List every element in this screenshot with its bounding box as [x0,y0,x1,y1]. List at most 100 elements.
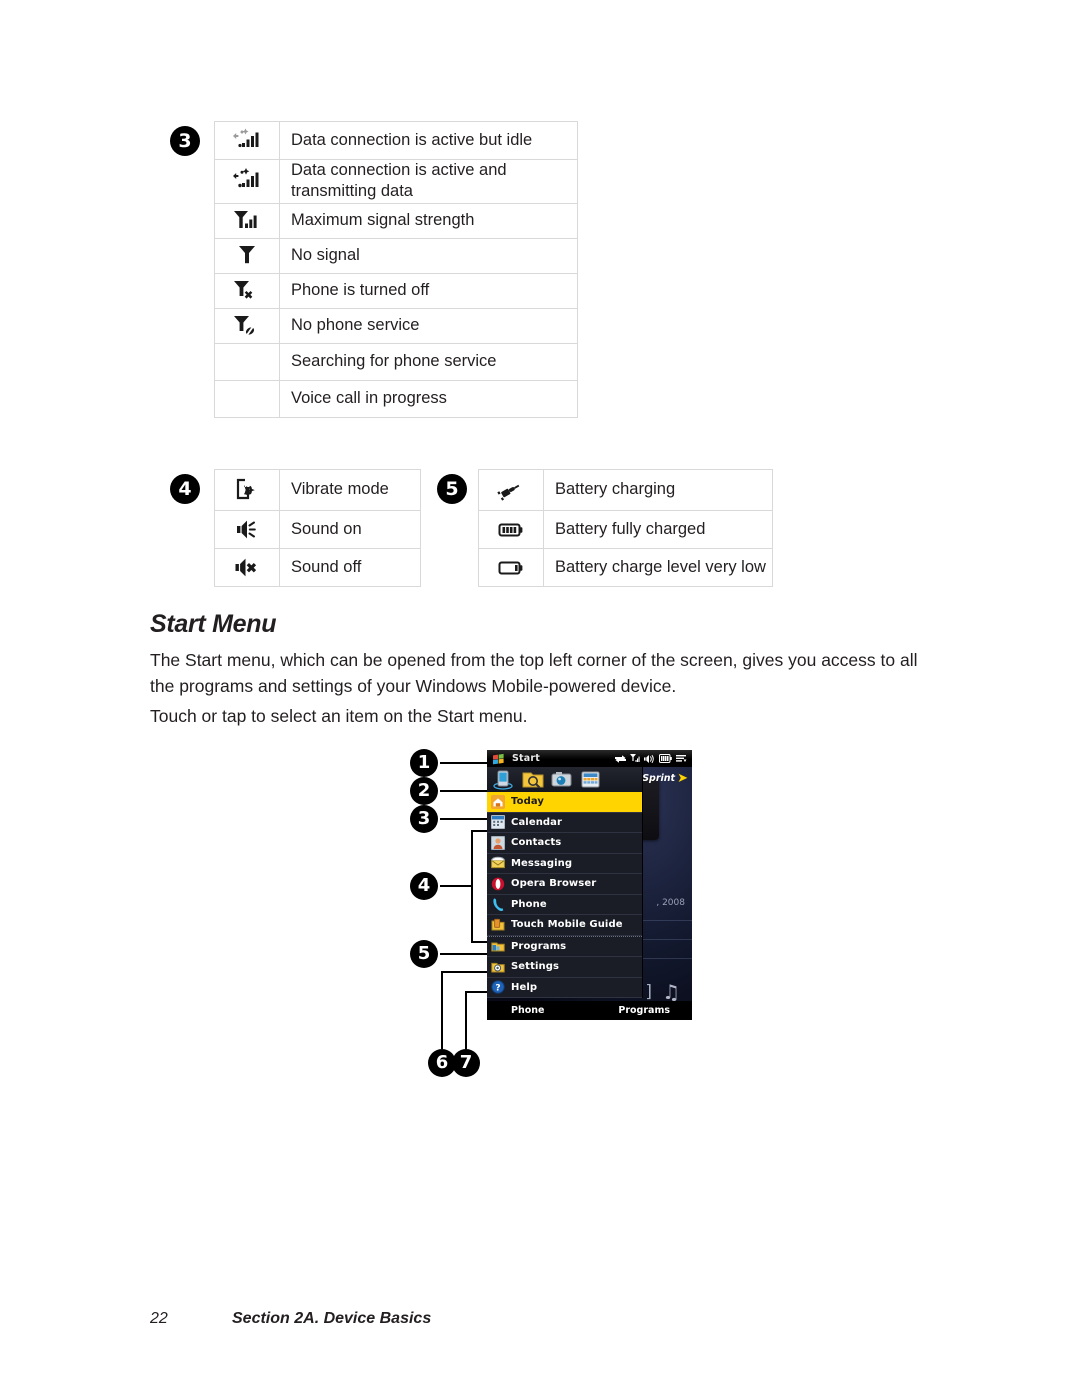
status-description: Phone is turned off [279,272,578,309]
battery-icon[interactable] [659,754,672,763]
page-number: 22 [150,1310,168,1327]
more-icon[interactable] [676,754,687,763]
status-description: Battery charging [543,469,773,511]
table-row: Battery charging [478,469,773,511]
camera-icon[interactable] [550,769,574,790]
status-description: Searching for phone service [279,342,578,381]
status-description: Sound off [279,548,421,587]
menu-item-contacts[interactable]: Contacts [487,833,642,854]
messaging-envelope-icon [491,856,505,870]
status-description: Voice call in progress [279,379,578,418]
table-row: Battery fully charged [478,510,773,549]
callout-marker-3: 3 [170,126,200,156]
table-row: Sound on [214,510,421,549]
data-connection-idle-icon [214,121,280,160]
table-row: Searching for phone service [214,342,578,381]
device-softkey-bar: Phone Programs [487,1001,692,1020]
footer-section-label: Section 2A. Device Basics [232,1310,432,1327]
status-description: Battery charge level very low [543,548,773,587]
menu-item-opera-browser[interactable]: Opera Browser [487,874,642,895]
status-icons-table-3: Data connection is active but idle Data … [214,121,578,418]
table-row: No phone service [214,307,578,344]
callout-marker-1: 1 [410,749,438,777]
menu-item-messaging[interactable]: Messaging [487,854,642,874]
status-description: Vibrate mode [279,469,421,511]
status-description: Data connection is active but idle [279,121,578,160]
signal-icon[interactable] [630,753,640,764]
status-description: No signal [279,237,578,274]
instruction-paragraph: Touch or tap to select an item on the St… [150,706,528,726]
start-menu-panel: Today Calendar Contacts Messaging Opera … [487,767,643,998]
softkey-left[interactable]: Phone [511,1005,544,1016]
carrier-label: Sprint ➤ [642,771,688,786]
menu-item-help[interactable]: ? Help [487,978,642,998]
table-row: Voice call in progress [214,379,578,418]
status-description: Maximum signal strength [279,202,578,239]
device-sync-icon[interactable] [492,769,516,790]
connectivity-icon[interactable] [615,754,626,764]
page-title: Start Menu [150,610,277,638]
leader-line-6-h [441,971,490,973]
sound-off-icon [214,548,280,587]
battery-low-icon [478,548,544,587]
today-house-icon [491,794,505,809]
table-row: No signal [214,237,578,274]
battery-charging-icon [478,469,544,511]
windows-logo-icon[interactable] [492,753,505,765]
svg-text:?: ? [495,984,500,994]
battery-full-icon [478,510,544,549]
callout-marker-5b: 5 [410,940,438,968]
status-description: Data connection is active and transmitti… [279,159,578,204]
menu-item-phone[interactable]: Phone [487,895,642,915]
table-row: Sound off [214,548,421,587]
guide-book-icon [491,918,505,932]
leader-line-3 [440,818,490,820]
table-row: Vibrate mode [214,469,421,511]
menu-item-settings[interactable]: Settings [487,957,642,978]
menu-item-programs[interactable]: Programs [487,935,642,957]
device-date: , 2008 [656,898,685,908]
menu-item-label: Help [511,981,538,993]
menu-item-label: Messaging [511,857,573,869]
recent-programs-row [487,767,642,792]
start-label[interactable]: Start [512,753,540,764]
menu-item-calendar[interactable]: Calendar [487,813,642,833]
phone-off-icon [214,272,280,309]
calendar-icon [491,815,505,830]
table-row: Battery charge level very low [478,548,773,587]
menu-item-label: Settings [511,961,560,973]
data-connection-transmitting-icon [214,159,280,204]
status-icon-empty [214,342,280,381]
volume-icon[interactable] [644,754,655,764]
status-icons-table-4: Vibrate mode Sound on Sound off [214,469,421,587]
no-phone-service-icon [214,307,280,344]
menu-item-touch-mobile-guide[interactable]: Touch Mobile Guide [487,915,642,936]
intro-paragraph: The Start menu, which can be opened from… [150,650,918,696]
table-row: Data connection is active and transmitti… [214,159,578,204]
status-description: Sound on [279,510,421,549]
leader-line-1 [440,762,490,764]
leader-bracket-4 [471,830,473,942]
status-icons-table-5: Battery charging Battery fully charged B… [478,469,773,587]
menu-item-label: Phone [511,898,547,910]
signal-max-icon [214,202,280,239]
leader-line-2 [440,790,490,792]
sprint-arrow-icon: ➤ [677,771,688,786]
table-row: Phone is turned off [214,272,578,309]
calculator-icon[interactable] [579,769,603,790]
softkey-right[interactable]: Programs [618,1005,670,1016]
help-question-icon: ? [491,980,505,994]
menu-item-label: Programs [511,940,567,952]
callout-marker-2: 2 [410,777,438,805]
phone-handset-icon [491,897,505,912]
callout-marker-4b: 4 [410,872,438,900]
leader-line-4 [440,885,472,887]
status-icon-empty [214,379,280,418]
status-description: Battery fully charged [543,510,773,549]
status-description: No phone service [279,307,578,344]
file-explorer-icon[interactable] [521,769,545,790]
callout-marker-7: 7 [452,1049,480,1077]
menu-item-label: Opera Browser [511,878,597,890]
vibrate-icon [214,469,280,511]
menu-item-today[interactable]: Today [487,792,642,813]
